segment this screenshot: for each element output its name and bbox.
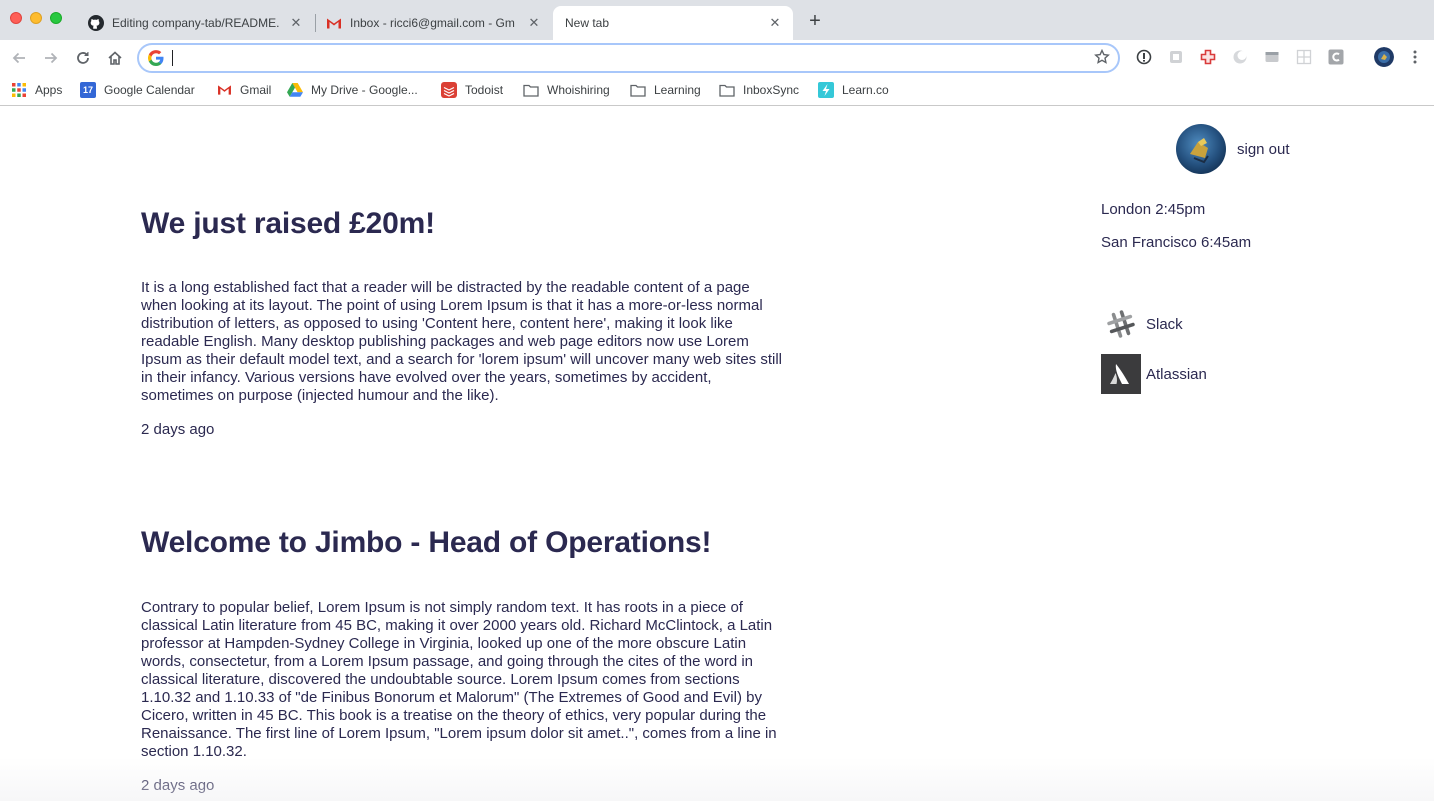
forward-button[interactable]: [40, 47, 62, 69]
app-label: Slack: [1146, 315, 1183, 333]
bookmark-inboxsync[interactable]: InboxSync: [719, 81, 799, 99]
avatar-image-icon: [1176, 124, 1226, 174]
maximize-window-button[interactable]: [50, 12, 62, 24]
bookmark-todoist[interactable]: Todoist: [441, 81, 503, 99]
grid-extension-icon[interactable]: [1296, 49, 1312, 65]
folder-icon: [523, 82, 539, 98]
folder-icon: [719, 82, 735, 98]
bookmark-my-drive[interactable]: My Drive - Google...: [287, 81, 418, 99]
health-extension-icon[interactable]: [1200, 49, 1216, 65]
github-icon: [88, 15, 104, 31]
gmail-icon: [326, 15, 342, 31]
post-timestamp: 2 days ago: [141, 421, 215, 438]
bookmark-label: Google Calendar: [104, 83, 195, 97]
slack-icon: [1101, 304, 1141, 344]
tab-title: Editing company-tab/README.: [112, 16, 280, 30]
new-tab-page: We just raised £20m! It is a long establ…: [0, 107, 1434, 801]
bookmark-label: Todoist: [465, 83, 504, 97]
bookmark-learn-co[interactable]: Learn.co: [818, 81, 889, 99]
tab-strip: Editing company-tab/README. ✕ Inbox - ri…: [0, 0, 1434, 40]
sign-out-link[interactable]: sign out: [1237, 141, 1290, 158]
moon-extension-icon[interactable]: [1232, 49, 1248, 65]
arrow-right-icon: [45, 52, 58, 64]
post-timestamp: 2 days ago: [141, 777, 215, 794]
bookmark-star-icon[interactable]: [1094, 48, 1110, 70]
tab-title: Inbox - ricci6@gmail.com - Gm: [350, 16, 515, 30]
arrow-left-icon: [12, 52, 25, 64]
slack-app-link[interactable]: Slack: [1101, 304, 1183, 344]
post-body: Contrary to popular belief, Lorem Ipsum …: [141, 599, 777, 760]
tab-title: New tab: [565, 16, 610, 30]
window-extension-icon[interactable]: [1264, 49, 1280, 65]
tab-github-readme[interactable]: Editing company-tab/README. ✕: [78, 6, 314, 40]
calendar-icon: 17: [80, 82, 96, 98]
address-input[interactable]: [171, 49, 1071, 67]
bookmark-label: Gmail: [240, 83, 272, 97]
post-body: It is a long established fact that a rea…: [141, 279, 782, 404]
bookmark-label: Learning: [654, 83, 701, 97]
bookmark-label: My Drive - Google...: [311, 83, 418, 97]
bookmark-gmail[interactable]: Gmail: [216, 81, 271, 99]
notes-extension-icon[interactable]: [1168, 49, 1184, 65]
bookmarks-bar: Apps 17 Google Calendar Gmail My Drive -…: [0, 75, 1434, 106]
bookmark-apps[interactable]: Apps: [11, 81, 62, 99]
tab-new-tab[interactable]: New tab ✕: [553, 6, 793, 40]
address-bar[interactable]: [137, 43, 1120, 73]
bookmark-label: Learn.co: [842, 83, 889, 97]
new-tab-button[interactable]: +: [804, 10, 826, 32]
c-extension-icon[interactable]: [1328, 49, 1344, 65]
bookmark-google-calendar[interactable]: 17 Google Calendar: [80, 81, 195, 99]
minimize-window-button[interactable]: [30, 12, 42, 24]
bottom-shadow: [0, 757, 1434, 801]
folder-icon: [630, 82, 646, 98]
close-icon[interactable]: ✕: [526, 15, 542, 31]
profile-avatar-icon[interactable]: [1374, 47, 1394, 67]
san-francisco-clock: San Francisco 6:45am: [1101, 234, 1252, 251]
tab-gmail-inbox[interactable]: Inbox - ricci6@gmail.com - Gm ✕: [316, 6, 552, 40]
browser-toolbar: [0, 40, 1434, 75]
bookmark-label: Apps: [35, 83, 63, 97]
reload-icon: [77, 52, 89, 64]
post-title: Welcome to Jimbo - Head of Operations!: [141, 526, 712, 559]
london-clock: London 2:45pm: [1101, 201, 1206, 218]
home-icon: [108, 51, 122, 65]
bookmark-learning[interactable]: Learning: [630, 81, 701, 99]
user-avatar[interactable]: [1176, 124, 1226, 174]
bookmark-label: InboxSync: [743, 83, 800, 97]
bookmark-whoishiring[interactable]: Whoishiring: [523, 81, 610, 99]
atlassian-app-link[interactable]: Atlassian: [1101, 354, 1207, 394]
more-menu-icon[interactable]: [1407, 49, 1423, 65]
learnco-icon: [818, 82, 834, 98]
back-button[interactable]: [8, 47, 30, 69]
post-title: We just raised £20m!: [141, 207, 435, 240]
apps-grid-icon: [11, 82, 27, 98]
text-caret: [172, 50, 173, 66]
google-icon: [148, 50, 164, 71]
info-extension-icon[interactable]: [1136, 49, 1152, 65]
reload-button[interactable]: [72, 47, 94, 69]
drive-icon: [287, 82, 303, 98]
atlassian-icon: [1101, 354, 1141, 394]
close-window-button[interactable]: [10, 12, 22, 24]
todoist-icon: [441, 82, 457, 98]
close-icon[interactable]: ✕: [288, 15, 304, 31]
gmail-icon: [216, 82, 232, 98]
app-label: Atlassian: [1146, 365, 1207, 383]
close-icon[interactable]: ✕: [767, 15, 783, 31]
home-button[interactable]: [104, 47, 126, 69]
bookmark-label: Whoishiring: [547, 83, 610, 97]
